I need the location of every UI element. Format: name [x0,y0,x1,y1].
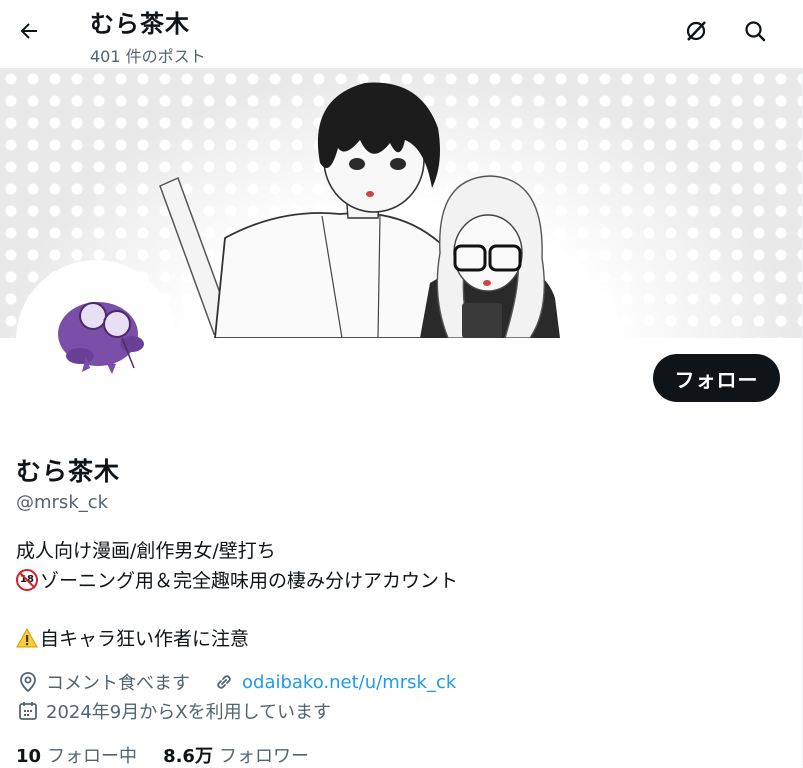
profile-stats: 10 フォロー中 8.6万 フォロワー [16,742,335,768]
bio-line-3-text: 自キャラ狂い作者に注意 [40,628,250,650]
page-title: むら茶木 [90,10,190,38]
bio-line-2: 18 ゾーニング用＆完全趣味用の棲み分けアカウント [16,566,458,593]
grok-button[interactable] [679,14,713,48]
location-pin-icon [16,670,40,694]
profile-name: むら茶木 [16,457,121,486]
warning-icon [16,627,38,648]
profile-location: コメント食べます [46,673,190,694]
follow-button[interactable]: フォロー [653,354,780,402]
following-label: フォロー中 [47,746,138,767]
bio-line-1: 成人向け漫画/創作男女/壁打ち [16,540,276,562]
profile-website-link[interactable]: odaibako.net/u/mrsk_ck [242,672,456,693]
profile-joined-date: 2024年9月からXを利用しています [46,702,332,723]
no-under-18-icon: 18 [16,569,38,591]
profile-handle: @mrsk_ck [16,492,109,513]
followers-link[interactable]: 8.6万 フォロワー [163,742,309,768]
bio-line-2-text: ゾーニング用＆完全趣味用の棲み分けアカウント [40,570,459,592]
followers-count: 8.6万 [163,746,213,767]
arrow-left-icon [20,23,37,39]
following-link[interactable]: 10 フォロー中 [16,742,137,768]
grok-icon [686,21,706,41]
profile-meta-row-1: コメント食べます odaibako.net/u/mrsk_ck [16,669,456,695]
followers-label: フォロワー [218,746,309,767]
profile-meta-row-2: 2024年9月からXを利用しています [16,698,331,724]
avatar-character [20,264,172,416]
back-button[interactable] [12,14,46,48]
top-bar: むら茶木 401 件のポスト [0,0,803,68]
search-button[interactable] [738,14,772,48]
post-count: 401 件のポスト [90,47,206,66]
search-icon [745,21,766,42]
following-count: 10 [16,746,42,767]
calendar-icon [16,699,40,723]
avatar[interactable] [16,260,176,420]
link-icon [212,670,236,694]
bio-line-3: 自キャラ狂い作者に注意 [16,624,249,651]
